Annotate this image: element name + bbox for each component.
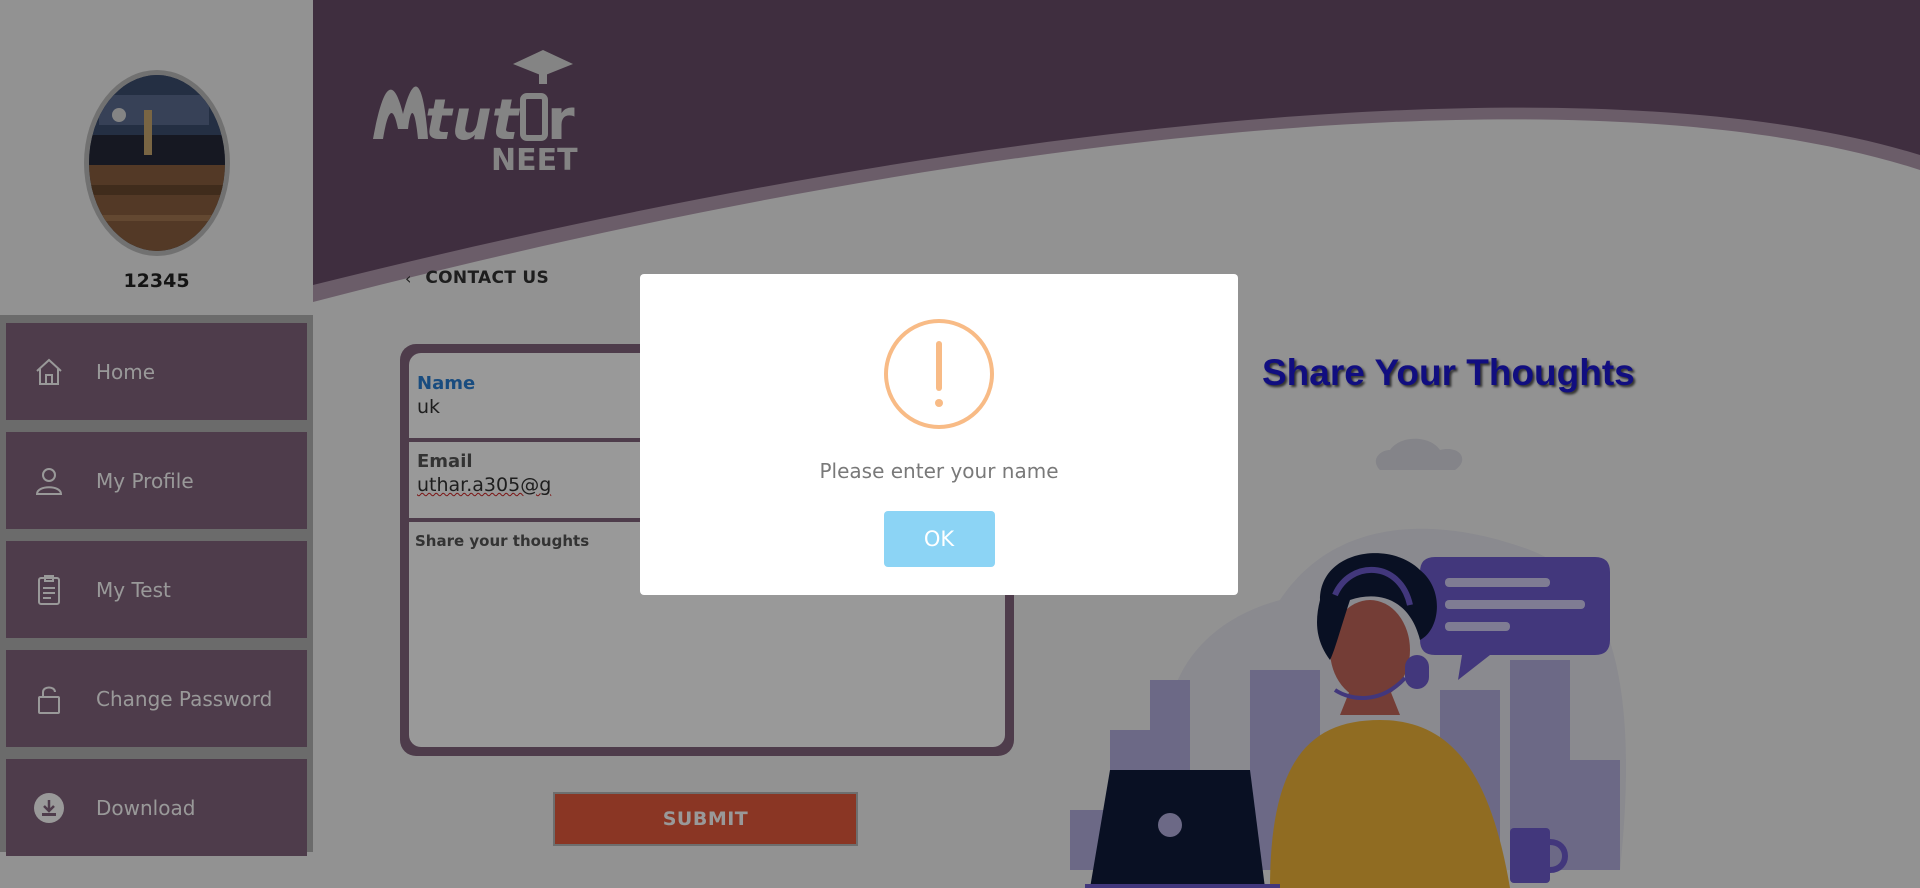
alert-dialog: Please enter your name OK xyxy=(640,274,1238,595)
ok-button[interactable]: OK xyxy=(883,511,995,567)
warning-icon xyxy=(884,319,994,429)
alert-message: Please enter your name xyxy=(819,459,1059,483)
